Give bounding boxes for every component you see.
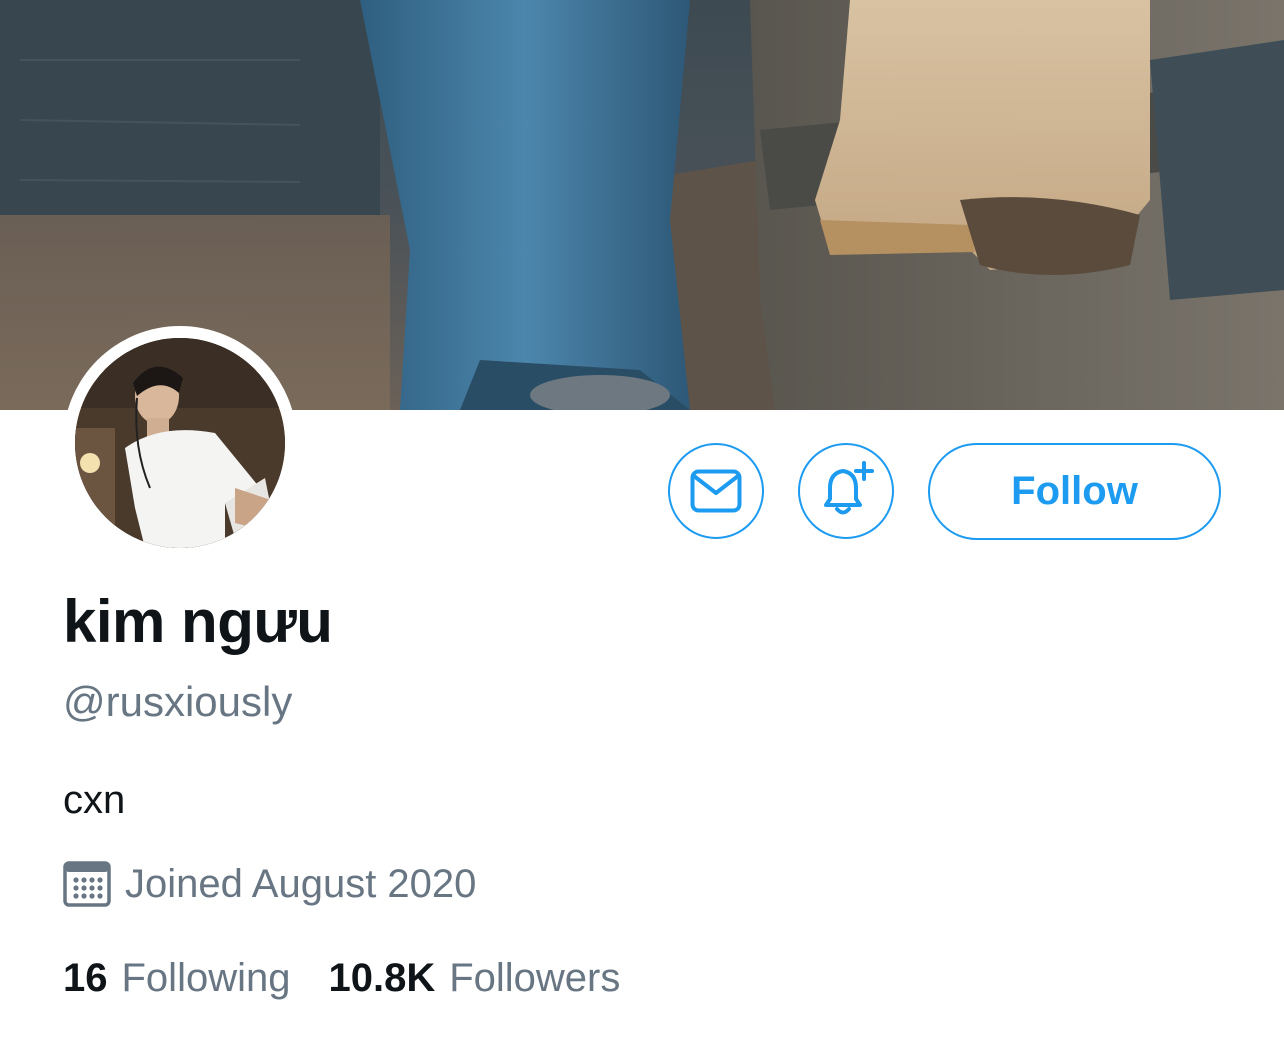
followers-link[interactable]: 10.8K Followers (328, 956, 620, 1001)
user-handle: @rusxiously (63, 678, 293, 725)
joined-date: Joined August 2020 (63, 854, 476, 914)
profile-page: Follow kim ngưu @rusxiously cxn Joined A… (0, 0, 1284, 1038)
envelope-icon (690, 469, 742, 513)
bell-plus-icon (816, 461, 876, 521)
notify-button[interactable] (798, 443, 894, 539)
follow-button-label: Follow (1011, 469, 1138, 513)
followers-label: Followers (449, 955, 621, 1000)
follow-button[interactable]: Follow (928, 443, 1221, 540)
followers-count: 10.8K (328, 955, 436, 1000)
avatar-photo (75, 338, 285, 548)
profile-stats: 16 Following 10.8K Followers (63, 948, 620, 1008)
calendar-icon (63, 860, 111, 908)
following-label: Following (121, 955, 291, 1000)
message-button[interactable] (668, 443, 764, 539)
profile-avatar[interactable] (63, 326, 297, 560)
profile-bio: cxn (63, 778, 126, 822)
joined-date-text: Joined August 2020 (125, 861, 477, 906)
display-name: kim ngưu (63, 588, 333, 655)
following-link[interactable]: 16 Following (63, 956, 290, 1001)
following-count: 16 (63, 955, 108, 1000)
